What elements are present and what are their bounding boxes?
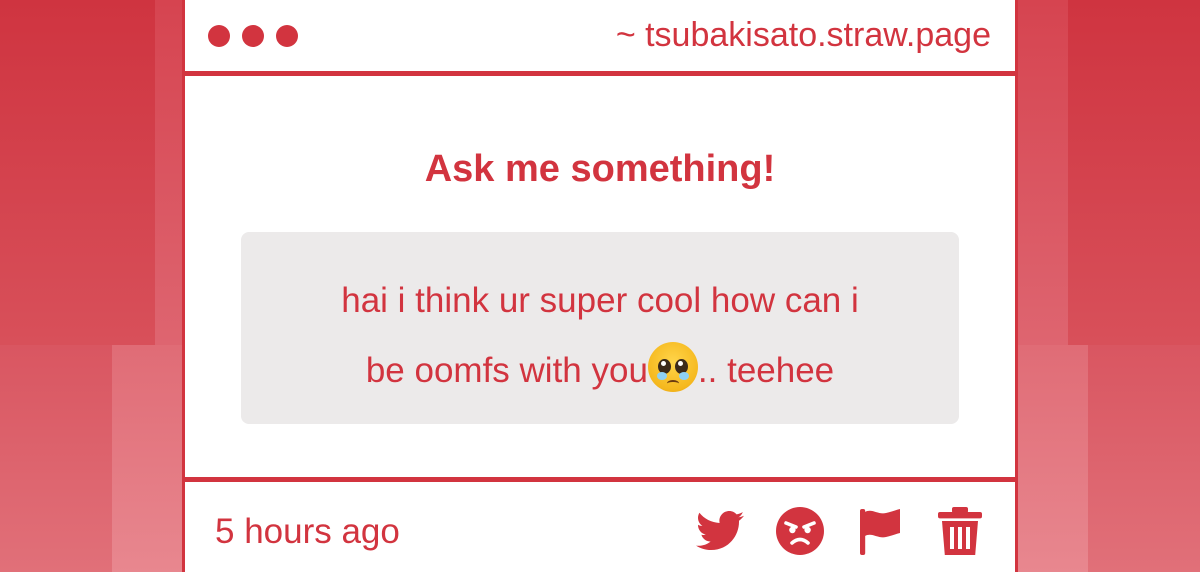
message-text-line2: be oomfs with you: [365, 351, 648, 390]
question-card: ~ tsubakisato.straw.page Ask me somethin…: [182, 0, 1018, 572]
twitter-share-button[interactable]: [695, 506, 745, 556]
background-panel: [0, 0, 155, 345]
background-panel: [1018, 345, 1088, 572]
message-text-line2-end: .. teehee: [697, 351, 835, 390]
background-panel: [1088, 345, 1200, 572]
background-panel: [1018, 0, 1068, 345]
page-url[interactable]: ~ tsubakisato.straw.page: [616, 16, 991, 55]
block-user-button[interactable]: [775, 506, 825, 556]
window-dot-icon: [208, 25, 230, 47]
angry-face-icon: [776, 507, 824, 555]
flag-icon: [860, 509, 900, 555]
message-text-line1: hai i think ur super cool how can i: [341, 281, 859, 320]
background-panel: [0, 345, 112, 572]
window-controls: [208, 25, 298, 47]
background-panel: [1068, 0, 1200, 345]
action-bar: [695, 506, 985, 556]
pleading-face-icon: [647, 342, 698, 392]
delete-button[interactable]: [935, 506, 985, 556]
card-footer: 5 hours ago: [185, 482, 1015, 572]
message-box: hai i think ur super cool how can i be o…: [241, 232, 959, 424]
background-panel: [112, 345, 182, 572]
window-titlebar: ~ tsubakisato.straw.page: [185, 0, 1015, 76]
trash-icon: [938, 507, 982, 555]
timestamp: 5 hours ago: [215, 512, 400, 551]
report-button[interactable]: [855, 506, 905, 556]
twitter-icon: [696, 511, 744, 550]
page-title: Ask me something!: [424, 148, 776, 190]
background-panel: [155, 0, 182, 345]
window-dot-icon: [242, 25, 264, 47]
window-dot-icon: [276, 25, 298, 47]
question-content: Ask me something! hai i think ur super c…: [185, 76, 1015, 482]
